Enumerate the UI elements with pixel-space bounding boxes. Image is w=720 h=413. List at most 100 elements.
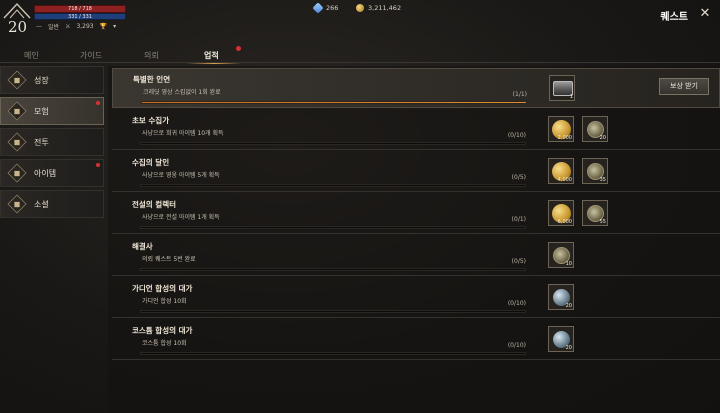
social-icon	[7, 194, 27, 214]
trophy-icon: 🏆	[99, 23, 108, 30]
achievement-desc: 의뢰 퀘스트 5번 완료	[142, 256, 196, 263]
tab-achievement[interactable]: 업적	[204, 50, 219, 61]
player-level: 20	[8, 18, 28, 36]
combat-power: 3,293	[76, 23, 94, 30]
reward-qty: 10	[565, 261, 572, 267]
gold-currency: 3,211,462	[356, 4, 401, 12]
progress-bar	[140, 142, 526, 145]
sidebar-item-label: 소셜	[34, 199, 49, 209]
swords-icon: ⚔	[65, 23, 71, 30]
reward-slot[interactable]: 20	[548, 284, 574, 310]
alert-dot	[96, 101, 100, 105]
progress-bar	[140, 310, 526, 313]
achievement-count: (1/1)	[512, 91, 527, 98]
reward-slot[interactable]: 35	[582, 158, 608, 184]
sidebar-item-label: 아이템	[34, 168, 57, 178]
achievement-count: (0/10)	[507, 300, 526, 307]
rank-dash-icon: —	[36, 23, 42, 30]
achievement-row: 코스튬 합성의 대가 코스튬 합성 10회 (0/10) 20	[112, 320, 720, 360]
reward-qty: 20	[565, 345, 572, 351]
sidebar-item-label: 성장	[34, 75, 49, 85]
growth-icon	[7, 70, 27, 90]
adventure-icon	[7, 101, 27, 121]
rank-label: 일반	[48, 24, 60, 31]
gold-amount: 3,211,462	[368, 4, 402, 12]
mp-bar: 331 / 331	[34, 13, 126, 20]
reward-slot[interactable]: 4,000	[548, 158, 574, 184]
reward-qty: 55	[599, 219, 606, 225]
tab-guide[interactable]: 가이드	[80, 50, 102, 61]
achievement-count: (0/5)	[511, 174, 526, 181]
claim-reward-button[interactable]: 보상 받기	[659, 78, 709, 95]
achievement-desc: 사냥으로 영웅 아이템 5개 획득	[142, 172, 220, 179]
progress-bar	[141, 101, 527, 104]
achievement-title: 해결사	[132, 242, 153, 251]
page-title: 퀘스트	[660, 12, 688, 23]
sidebar-item-label: 모험	[34, 106, 49, 116]
progress-fill	[142, 102, 526, 103]
tab-achievement-alert-dot	[236, 46, 241, 51]
reward-slot[interactable]: 1	[549, 75, 575, 101]
achievement-title: 수집의 달인	[132, 158, 170, 167]
gold-icon	[356, 4, 364, 12]
item-icon	[7, 163, 27, 183]
reward-slot[interactable]: 10	[548, 242, 574, 268]
achievement-list: 특별한 인연 크레딧 영상 스킵없이 1회 완료 (1/1) 1 보상 받기 초…	[108, 66, 720, 413]
achievement-row: 초보 수집가 사냥으로 희귀 아이템 10개 획득 (0/10) 2,000 2…	[112, 110, 720, 150]
reward-qty: 4,000	[557, 177, 572, 183]
reward-qty: 2,000	[557, 135, 572, 141]
sidebar-item-growth[interactable]: 성장	[0, 66, 104, 94]
gem-amount: 266	[326, 4, 339, 12]
reward-slot[interactable]: 2,000	[548, 116, 574, 142]
achievement-title: 전설의 컬렉터	[132, 200, 177, 209]
reward-slot[interactable]: 6,000	[548, 200, 574, 226]
achievement-count: (0/5)	[511, 258, 526, 265]
progress-bar	[140, 268, 526, 271]
tab-main[interactable]: 메인	[24, 50, 39, 61]
achievement-desc: 사냥으로 전설 아이템 1개 획득	[142, 214, 220, 221]
sidebar-item-item[interactable]: 아이템	[0, 159, 104, 187]
sidebar-item-social[interactable]: 소셜	[0, 190, 104, 218]
achievement-row: 가디언 합성의 대가 가디언 합성 10회 (0/10) 20	[112, 278, 720, 318]
achievement-desc: 코스튬 합성 10회	[142, 340, 187, 347]
rank-info: — 일반 ⚔ 3,293 🏆 ▾	[36, 22, 116, 31]
tab-request[interactable]: 의뢰	[144, 50, 159, 61]
achievement-title: 특별한 인연	[133, 75, 171, 84]
reward-qty: 35	[599, 177, 606, 183]
category-sidebar: 성장 모험 전투 아이템 소셜	[0, 66, 104, 221]
achievement-title: 초보 수집가	[132, 116, 170, 125]
achievement-desc: 크레딧 영상 스킵없이 1회 완료	[143, 89, 221, 96]
achievement-count: (0/10)	[507, 132, 526, 139]
alert-dot	[96, 163, 100, 167]
reward-slot[interactable]: 20	[582, 116, 608, 142]
top-hud: 20 718 / 718 331 / 331 — 일반 ⚔ 3,293 🏆 ▾ …	[0, 0, 720, 40]
gem-icon	[312, 2, 324, 14]
hp-text: 718 / 718	[68, 6, 92, 12]
progress-bar	[140, 184, 526, 187]
reward-slot[interactable]: 20	[548, 326, 574, 352]
achievement-desc: 가디언 합성 10회	[142, 298, 187, 305]
achievement-row: 전설의 컬렉터 사냥으로 전설 아이템 1개 획득 (0/1) 6,000 55	[112, 194, 720, 234]
achievement-desc: 사냥으로 희귀 아이템 10개 획득	[142, 130, 224, 137]
reward-qty: 6,000	[557, 219, 572, 225]
combat-icon	[7, 132, 27, 152]
tab-divider	[0, 62, 720, 63]
close-button[interactable]: ✕	[698, 7, 712, 21]
reward-slot[interactable]: 55	[582, 200, 608, 226]
achievement-count: (0/10)	[507, 342, 526, 349]
gem-currency: 266	[312, 2, 339, 14]
chevron-down-icon[interactable]: ▾	[113, 23, 116, 30]
progress-bar	[140, 226, 526, 229]
achievement-title: 가디언 합성의 대가	[132, 284, 193, 293]
sidebar-item-label: 전투	[34, 137, 49, 147]
achievement-row: 수집의 달인 사냥으로 영웅 아이템 5개 획득 (0/5) 4,000 35	[112, 152, 720, 192]
sidebar-item-combat[interactable]: 전투	[0, 128, 104, 156]
achievement-row: 해결사 의뢰 퀘스트 5번 완료 (0/5) 10	[112, 236, 720, 276]
sidebar-item-adventure[interactable]: 모험	[0, 97, 104, 125]
hp-bar: 718 / 718	[34, 5, 126, 13]
mp-text: 331 / 331	[68, 14, 92, 20]
reward-qty: 20	[599, 135, 606, 141]
reward-qty: 1	[569, 94, 573, 100]
reward-qty: 20	[565, 303, 572, 309]
tab-bar: 메인 가이드 의뢰 업적	[0, 46, 720, 66]
